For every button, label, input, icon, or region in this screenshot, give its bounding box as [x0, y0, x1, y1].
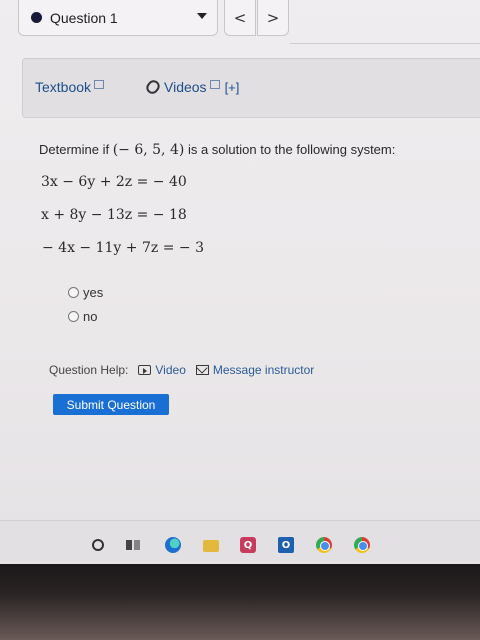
question-selector[interactable]: Question 1: [18, 0, 218, 36]
message-instructor-link[interactable]: Message instructor: [195, 363, 315, 377]
app-icon[interactable]: Q: [240, 537, 256, 553]
question-help-label: Question Help:: [49, 363, 129, 377]
help-video-link[interactable]: Video: [138, 363, 186, 377]
next-question-button[interactable]: >: [257, 0, 289, 36]
equation-3: − 4x − 11y + 7z = − 3: [42, 240, 204, 256]
outlook-icon[interactable]: O: [278, 537, 294, 553]
header-divider: [290, 43, 480, 44]
external-link-icon: [94, 79, 105, 89]
question-selector-label: Question 1: [50, 9, 118, 26]
resources-bar: Textbook Videos [+]: [22, 58, 480, 118]
browser-screen: Question 1 < > Textbook Videos [+] Deter…: [0, 0, 480, 560]
submit-question-button[interactable]: Submit Question: [53, 394, 169, 415]
prompt-text-start: Determine if: [39, 142, 110, 157]
textbook-link[interactable]: Textbook: [35, 79, 105, 95]
option-yes[interactable]: yes: [68, 285, 103, 300]
file-explorer-icon[interactable]: [203, 540, 219, 552]
message-instructor-label: Message instructor: [212, 363, 315, 377]
previous-question-button[interactable]: <: [224, 0, 256, 36]
videos-expand-toggle[interactable]: [+]: [225, 80, 240, 95]
radio-no[interactable]: [68, 311, 79, 322]
chrome-icon[interactable]: [316, 537, 332, 553]
question-content: Determine if (− 6, 5, 4) is a solution t…: [22, 118, 480, 438]
candidate-point: (− 6, 5, 4): [112, 142, 185, 158]
option-no-label: no: [83, 309, 98, 324]
task-view-icon[interactable]: [126, 537, 142, 553]
chevron-down-icon: [197, 13, 207, 19]
external-link-icon: [209, 79, 220, 89]
help-video-label: Video: [155, 363, 186, 377]
question-help: Question Help: Video Message instructor: [49, 363, 314, 377]
equation-1: 3x − 6y + 2z = − 40: [41, 174, 187, 190]
windows-taskbar: Q O: [0, 520, 480, 564]
radio-yes[interactable]: [68, 287, 79, 298]
videos-link[interactable]: Videos [+]: [143, 77, 240, 97]
videos-link-label: Videos: [164, 79, 207, 95]
edge-browser-icon[interactable]: [165, 537, 181, 553]
equation-2: x + 8y − 13z = − 18: [41, 207, 187, 223]
prompt-text-end: is a solution to the following system:: [187, 142, 396, 157]
textbook-link-label: Textbook: [35, 79, 92, 95]
envelope-icon: [195, 365, 209, 375]
paperclip-icon: [143, 77, 163, 97]
search-icon[interactable]: [92, 539, 104, 551]
option-no[interactable]: no: [68, 309, 97, 324]
question-status-dot: [31, 12, 42, 23]
video-play-icon: [138, 365, 152, 375]
chrome-icon[interactable]: [354, 537, 370, 553]
monitor-bezel: [0, 564, 480, 640]
option-yes-label: yes: [83, 285, 104, 300]
question-prompt: Determine if (− 6, 5, 4) is a solution t…: [39, 142, 395, 158]
